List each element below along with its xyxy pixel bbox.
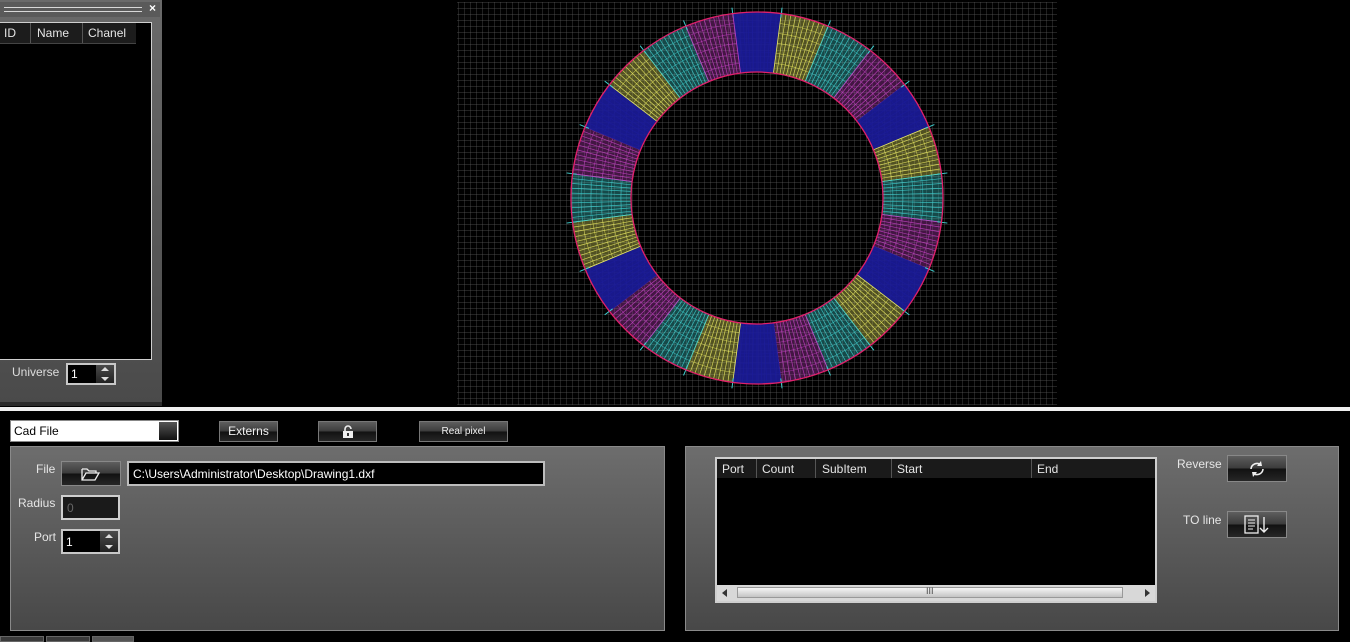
real-pixel-button[interactable]: Real pixel xyxy=(419,421,508,442)
fixture-table[interactable]: ID Name Chanel xyxy=(0,22,152,360)
refresh-icon xyxy=(1250,461,1264,477)
file-path-field[interactable]: C:\Users\Administrator\Desktop\Drawing1.… xyxy=(127,461,545,486)
scroll-grip: III xyxy=(926,586,934,596)
horizontal-scrollbar[interactable]: III xyxy=(717,585,1155,601)
radius-value: 0 xyxy=(67,501,74,515)
lock-button[interactable] xyxy=(318,421,377,442)
universe-value[interactable]: 1 xyxy=(71,367,78,381)
stepper-down-icon[interactable] xyxy=(101,377,109,381)
scroll-right-icon[interactable] xyxy=(1145,589,1150,597)
column-divider xyxy=(891,459,892,478)
file-path-value: C:\Users\Administrator\Desktop\Drawing1.… xyxy=(133,467,375,481)
column-divider xyxy=(815,459,816,478)
reverse-button[interactable] xyxy=(1227,455,1287,482)
unlock-icon xyxy=(342,425,353,438)
stepper-up-icon[interactable] xyxy=(101,367,109,371)
universe-stepper[interactable]: 1 xyxy=(66,363,116,385)
column-subitem[interactable]: SubItem xyxy=(822,462,867,476)
stepper-up-icon[interactable] xyxy=(105,534,113,538)
cad-drawing[interactable] xyxy=(164,2,1350,407)
bottom-tab[interactable] xyxy=(46,636,90,642)
column-name[interactable]: Name xyxy=(37,26,69,40)
stepper-arrows[interactable] xyxy=(100,531,118,552)
bottom-tab[interactable] xyxy=(0,636,44,642)
column-id[interactable]: ID xyxy=(4,26,16,40)
radius-field[interactable]: 0 xyxy=(61,495,120,520)
list-sort-icon xyxy=(1244,515,1269,534)
scroll-left-icon[interactable] xyxy=(722,589,727,597)
column-port[interactable]: Port xyxy=(722,462,744,476)
radius-label: Radius xyxy=(18,496,56,510)
stepper-down-icon[interactable] xyxy=(105,545,113,549)
column-divider xyxy=(82,23,83,43)
to-line-button[interactable] xyxy=(1227,511,1287,538)
scroll-thumb[interactable]: III xyxy=(737,586,1123,598)
titlebar-grip xyxy=(4,7,142,12)
column-divider xyxy=(756,459,757,478)
externs-button-label: Externs xyxy=(228,424,269,438)
port-value[interactable]: 1 xyxy=(66,535,73,549)
panel-edge xyxy=(0,402,162,406)
folder-open-icon xyxy=(81,468,101,481)
close-button[interactable]: × xyxy=(146,2,159,15)
port-table-header: Port Count SubItem Start End xyxy=(717,459,1155,478)
chevron-down-icon[interactable] xyxy=(159,422,177,440)
mode-select[interactable]: Cad File xyxy=(10,420,179,442)
externs-button[interactable]: Externs xyxy=(219,421,278,442)
reverse-label: Reverse xyxy=(1177,457,1222,471)
column-divider xyxy=(30,23,31,43)
universe-label: Universe xyxy=(12,365,60,379)
stepper-arrows[interactable] xyxy=(96,365,114,383)
fixture-table-header: ID Name Chanel xyxy=(0,23,136,44)
column-chanel[interactable]: Chanel xyxy=(88,26,126,40)
column-count[interactable]: Count xyxy=(762,462,794,476)
port-table[interactable]: Port Count SubItem Start End III xyxy=(715,457,1157,603)
bottom-tab[interactable] xyxy=(92,636,134,642)
file-label: File xyxy=(36,462,56,476)
column-divider xyxy=(1031,459,1032,478)
open-file-button[interactable] xyxy=(61,461,121,486)
cad-canvas[interactable] xyxy=(164,2,1350,407)
column-end[interactable]: End xyxy=(1037,462,1058,476)
port-stepper[interactable]: 1 xyxy=(61,529,120,554)
mode-select-value: Cad File xyxy=(14,424,59,438)
port-label: Port xyxy=(34,530,57,544)
real-pixel-label: Real pixel xyxy=(441,426,486,437)
column-start[interactable]: Start xyxy=(897,462,922,476)
to-line-label: TO line xyxy=(1183,513,1222,527)
